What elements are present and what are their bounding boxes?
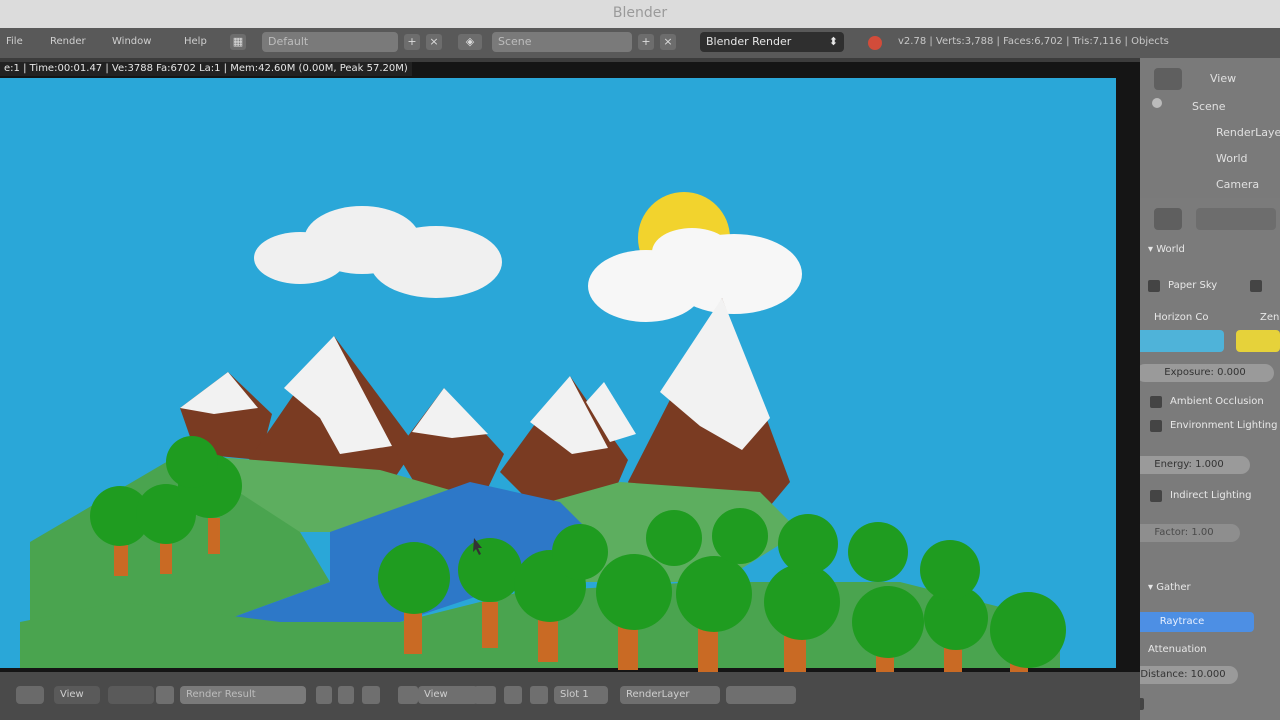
- raytrace-button[interactable]: Raytrace: [1140, 612, 1254, 632]
- view-menu-left[interactable]: View: [54, 686, 100, 704]
- image-icon[interactable]: [398, 686, 418, 704]
- blender-logo-icon: [868, 36, 882, 50]
- exposure-field[interactable]: Exposure: 0.000: [1140, 364, 1274, 382]
- add-scene-button[interactable]: +: [638, 34, 654, 50]
- world-section-label: World: [1156, 244, 1185, 255]
- gather-section-header[interactable]: ▾ Gather: [1148, 582, 1191, 593]
- image-close-button[interactable]: [338, 686, 354, 704]
- menu-render[interactable]: Render: [50, 36, 86, 47]
- indirect-lighting-checkbox[interactable]: [1150, 490, 1162, 502]
- window-title: Blender: [612, 5, 668, 21]
- factor-field[interactable]: Factor: 1.00: [1140, 524, 1240, 542]
- render-engine-dropdown[interactable]: Blender Render ⬍: [700, 32, 844, 52]
- outliner-panel: View Scene RenderLayers World Camera: [1140, 58, 1280, 198]
- distance-field[interactable]: Distance: 10.000: [1140, 666, 1238, 684]
- properties-panel: ▾ World Paper Sky Horizon Co Zenith Expo…: [1140, 198, 1280, 720]
- raytrace-label: Raytrace: [1159, 616, 1205, 627]
- blend-sky-checkbox[interactable]: [1250, 280, 1262, 292]
- render-info-text: e:1 | Time:00:01.47 | Ve:3788 Fa:6702 La…: [4, 63, 408, 74]
- environment-lighting-label: Environment Lighting: [1170, 420, 1278, 431]
- image-plus-button[interactable]: [316, 686, 332, 704]
- properties-tabs[interactable]: [1196, 208, 1276, 230]
- indirect-lighting-label: Indirect Lighting: [1170, 490, 1252, 501]
- render-layer-dropdown[interactable]: RenderLayer: [620, 686, 720, 704]
- outliner-item-world[interactable]: World: [1216, 152, 1248, 165]
- scene-field[interactable]: Scene: [492, 32, 632, 52]
- grid-icon[interactable]: [504, 686, 522, 704]
- screen-layout-field[interactable]: Default: [262, 32, 398, 52]
- horizon-color-swatch[interactable]: [1140, 330, 1224, 352]
- environment-lighting-checkbox[interactable]: [1150, 420, 1162, 432]
- scene-stats: v2.78 | Verts:3,788 | Faces:6,702 | Tris…: [898, 36, 1169, 47]
- remove-layout-button[interactable]: ×: [426, 34, 442, 50]
- image-slot-icon[interactable]: [530, 686, 548, 704]
- world-section-header[interactable]: ▾ World: [1148, 244, 1185, 255]
- render-pass-dropdown[interactable]: [726, 686, 796, 704]
- scene-icon[interactable]: ◈: [458, 34, 482, 50]
- outliner-view-menu[interactable]: View: [1210, 72, 1236, 85]
- ambient-occlusion-checkbox[interactable]: [1150, 396, 1162, 408]
- image-name-field[interactable]: Render Result: [180, 686, 306, 704]
- right-sidebar: View Scene RenderLayers World Camera ▾ W…: [1140, 58, 1280, 720]
- falloff-checkbox[interactable]: [1140, 698, 1144, 710]
- expand-icon[interactable]: [1152, 98, 1162, 108]
- window-titlebar: Blender: [0, 0, 1280, 28]
- menu-window[interactable]: Window: [112, 36, 151, 47]
- image-editor-viewport[interactable]: [0, 62, 1140, 672]
- slot-dropdown[interactable]: Slot 1: [554, 686, 608, 704]
- info-header: File Render Window Help ▦ Default + × ◈ …: [0, 28, 1280, 58]
- energy-field[interactable]: Energy: 1.000: [1140, 456, 1250, 474]
- horizon-color-label: Horizon Co: [1154, 312, 1209, 323]
- ambient-occlusion-label: Ambient Occlusion: [1170, 396, 1264, 407]
- properties-editor-icon[interactable]: [1154, 208, 1182, 230]
- view-dropdown[interactable]: View: [418, 686, 478, 704]
- browse-image-icon[interactable]: [156, 686, 174, 704]
- render-info-overlay: e:1 | Time:00:01.47 | Ve:3788 Fa:6702 La…: [0, 62, 412, 76]
- zenith-color-swatch[interactable]: [1236, 330, 1280, 352]
- editor-type-icon[interactable]: [16, 686, 44, 704]
- image-editor-header: View Render Result View Slot 1 RenderLay…: [0, 672, 1140, 720]
- zenith-color-label: Zenith: [1260, 312, 1280, 323]
- attenuation-label: Attenuation: [1148, 644, 1207, 655]
- screen-layout-icon[interactable]: ▦: [230, 34, 246, 50]
- gather-section-label: Gather: [1156, 582, 1191, 593]
- add-layout-button[interactable]: +: [404, 34, 420, 50]
- pin-icon[interactable]: [362, 686, 380, 704]
- zoom-fit-icon[interactable]: [474, 686, 496, 704]
- menu-help[interactable]: Help: [184, 36, 207, 47]
- outliner-item-renderlayers[interactable]: RenderLayers: [1216, 126, 1280, 139]
- outliner-item-scene[interactable]: Scene: [1192, 100, 1226, 113]
- outliner-item-camera[interactable]: Camera: [1216, 178, 1259, 191]
- dropdown-arrow-icon: ⬍: [828, 35, 838, 48]
- render-result-image: [0, 62, 1140, 672]
- remove-scene-button[interactable]: ×: [660, 34, 676, 50]
- paper-sky-checkbox[interactable]: [1148, 280, 1160, 292]
- menu-file[interactable]: File: [6, 36, 23, 47]
- image-menu[interactable]: [108, 686, 154, 704]
- render-engine-label: Blender Render: [706, 35, 792, 48]
- outliner-editor-icon[interactable]: [1154, 68, 1182, 90]
- paper-sky-label: Paper Sky: [1168, 280, 1218, 291]
